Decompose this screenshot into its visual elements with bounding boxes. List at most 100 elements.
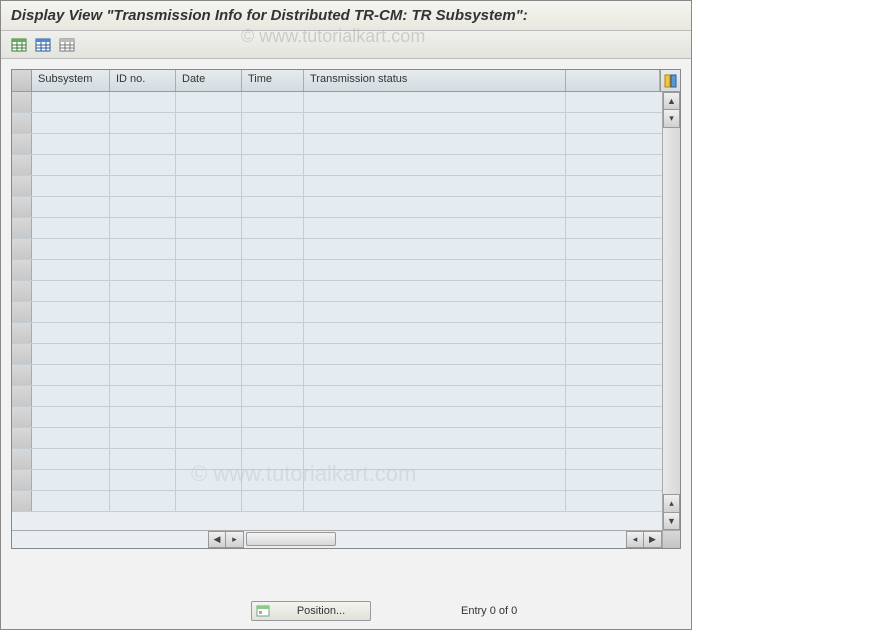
cell-status[interactable] <box>304 365 566 385</box>
scroll-down-button[interactable]: ▼ <box>663 512 680 530</box>
cell-time[interactable] <box>242 428 304 448</box>
cell-date[interactable] <box>176 491 242 511</box>
cell-subsystem[interactable] <box>32 323 110 343</box>
cell-date[interactable] <box>176 407 242 427</box>
cell-date[interactable] <box>176 197 242 217</box>
position-button[interactable]: Position... <box>251 601 371 621</box>
cell-date[interactable] <box>176 344 242 364</box>
cell-status[interactable] <box>304 323 566 343</box>
cell-status[interactable] <box>304 344 566 364</box>
row-selector[interactable] <box>12 302 32 322</box>
cell-status[interactable] <box>304 470 566 490</box>
cell-subsystem[interactable] <box>32 365 110 385</box>
hscroll-left-button[interactable]: ▸ <box>226 531 244 548</box>
row-selector[interactable] <box>12 260 32 280</box>
row-selector[interactable] <box>12 428 32 448</box>
cell-idno[interactable] <box>110 260 176 280</box>
cell-time[interactable] <box>242 449 304 469</box>
column-header-date[interactable]: Date <box>176 70 242 91</box>
cell-subsystem[interactable] <box>32 491 110 511</box>
cell-time[interactable] <box>242 176 304 196</box>
cell-idno[interactable] <box>110 344 176 364</box>
cell-idno[interactable] <box>110 491 176 511</box>
cell-idno[interactable] <box>110 176 176 196</box>
cell-time[interactable] <box>242 260 304 280</box>
cell-subsystem[interactable] <box>32 344 110 364</box>
scroll-track[interactable] <box>663 128 680 494</box>
cell-time[interactable] <box>242 386 304 406</box>
cell-time[interactable] <box>242 239 304 259</box>
select-all-header[interactable] <box>12 70 32 91</box>
cell-subsystem[interactable] <box>32 281 110 301</box>
cell-subsystem[interactable] <box>32 386 110 406</box>
cell-date[interactable] <box>176 176 242 196</box>
cell-date[interactable] <box>176 470 242 490</box>
cell-date[interactable] <box>176 260 242 280</box>
cell-status[interactable] <box>304 428 566 448</box>
cell-status[interactable] <box>304 239 566 259</box>
cell-status[interactable] <box>304 260 566 280</box>
cell-time[interactable] <box>242 407 304 427</box>
row-selector[interactable] <box>12 491 32 511</box>
cell-status[interactable] <box>304 281 566 301</box>
cell-time[interactable] <box>242 281 304 301</box>
scroll-down-step-button[interactable]: ▴ <box>663 494 680 512</box>
cell-idno[interactable] <box>110 113 176 133</box>
row-selector[interactable] <box>12 176 32 196</box>
row-selector[interactable] <box>12 155 32 175</box>
cell-subsystem[interactable] <box>32 428 110 448</box>
cell-idno[interactable] <box>110 155 176 175</box>
row-selector[interactable] <box>12 470 32 490</box>
table-settings-button[interactable] <box>660 70 680 91</box>
cell-idno[interactable] <box>110 323 176 343</box>
row-selector[interactable] <box>12 134 32 154</box>
hscroll-left-end-button[interactable]: ◀ <box>208 531 226 548</box>
row-selector[interactable] <box>12 113 32 133</box>
hscroll-right-button[interactable]: ◂ <box>626 531 644 548</box>
hscroll-track[interactable] <box>244 531 386 548</box>
hscroll-thumb[interactable] <box>246 532 336 546</box>
cell-subsystem[interactable] <box>32 260 110 280</box>
cell-time[interactable] <box>242 344 304 364</box>
row-selector[interactable] <box>12 323 32 343</box>
cell-date[interactable] <box>176 323 242 343</box>
cell-subsystem[interactable] <box>32 134 110 154</box>
cell-status[interactable] <box>304 92 566 112</box>
cell-subsystem[interactable] <box>32 176 110 196</box>
cell-date[interactable] <box>176 386 242 406</box>
cell-idno[interactable] <box>110 197 176 217</box>
cell-subsystem[interactable] <box>32 155 110 175</box>
cell-subsystem[interactable] <box>32 302 110 322</box>
cell-idno[interactable] <box>110 134 176 154</box>
cell-status[interactable] <box>304 155 566 175</box>
column-header-subsystem[interactable]: Subsystem <box>32 70 110 91</box>
cell-subsystem[interactable] <box>32 218 110 238</box>
cell-status[interactable] <box>304 491 566 511</box>
cell-status[interactable] <box>304 386 566 406</box>
cell-time[interactable] <box>242 134 304 154</box>
cell-idno[interactable] <box>110 92 176 112</box>
cell-date[interactable] <box>176 281 242 301</box>
row-selector[interactable] <box>12 239 32 259</box>
cell-time[interactable] <box>242 323 304 343</box>
cell-subsystem[interactable] <box>32 92 110 112</box>
cell-time[interactable] <box>242 155 304 175</box>
cell-status[interactable] <box>304 176 566 196</box>
row-selector[interactable] <box>12 92 32 112</box>
cell-time[interactable] <box>242 365 304 385</box>
cell-status[interactable] <box>304 407 566 427</box>
hscroll-right-end-button[interactable]: ▶ <box>644 531 662 548</box>
cell-idno[interactable] <box>110 428 176 448</box>
cell-date[interactable] <box>176 365 242 385</box>
cell-idno[interactable] <box>110 470 176 490</box>
cell-date[interactable] <box>176 113 242 133</box>
toolbar-table-green-icon[interactable] <box>9 35 29 55</box>
cell-idno[interactable] <box>110 365 176 385</box>
cell-idno[interactable] <box>110 281 176 301</box>
cell-status[interactable] <box>304 134 566 154</box>
column-header-time[interactable]: Time <box>242 70 304 91</box>
cell-idno[interactable] <box>110 218 176 238</box>
toolbar-table-gray-icon[interactable] <box>57 35 77 55</box>
cell-subsystem[interactable] <box>32 449 110 469</box>
cell-subsystem[interactable] <box>32 239 110 259</box>
